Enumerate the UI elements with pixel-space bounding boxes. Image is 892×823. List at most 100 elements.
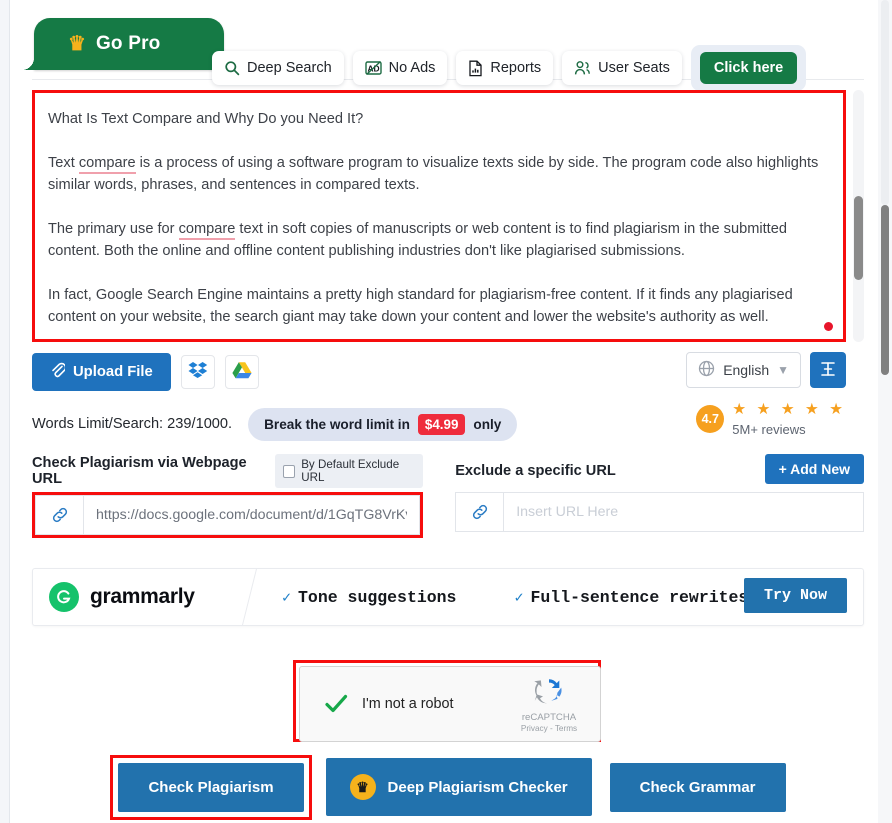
misspelled-word: compare [78, 155, 136, 174]
language-selector[interactable]: English ▼ [686, 352, 801, 388]
grammarly-wordmark: grammarly [90, 585, 195, 608]
p1-after: is a process of using a software program… [48, 155, 819, 193]
click-here-button[interactable]: Click here [699, 52, 798, 84]
captcha-region: I'm not a robot reCAPTCHA Privacy - Term… [32, 660, 864, 742]
pill-reports[interactable]: Reports [456, 51, 554, 85]
grammarly-feature-2: ✓ Full-sentence rewrites [514, 588, 748, 607]
editor-paragraph-1: Text compare is a process of using a sof… [48, 152, 826, 196]
pill-deep-search[interactable]: Deep Search [212, 51, 344, 85]
text-editor-highlight-box: What Is Text Compare and Why Do you Need… [32, 90, 846, 342]
star-rating-icon: ★ ★ ★ ★ ★ [732, 401, 846, 418]
url-inputs-row: Check Plagiarism via Webpage URL By Defa… [32, 454, 864, 538]
feature-label: Full-sentence rewrites [530, 587, 749, 607]
language-value: English [723, 362, 770, 378]
dropbox-icon [188, 361, 208, 384]
grammarly-feature-1: ✓ Tone suggestions [282, 588, 456, 607]
go-pro-tab[interactable]: ♛ Go Pro [22, 18, 236, 70]
exclude-url-input-group [455, 492, 864, 532]
p2-before: The primary use for [48, 221, 179, 237]
pill-label: Reports [490, 60, 542, 76]
editor-heading: What Is Text Compare and Why Do you Need… [48, 111, 364, 127]
captcha-highlight-box: I'm not a robot reCAPTCHA Privacy - Term… [293, 660, 601, 742]
exclude-url-input[interactable] [504, 504, 863, 520]
add-new-button[interactable]: + Add New [764, 454, 864, 484]
deep-checker-label: Deep Plagiarism Checker [387, 778, 568, 796]
check-grammar-button[interactable]: Check Grammar [609, 762, 786, 812]
editor-paragraph-3: In fact, Google Search Engine maintains … [48, 287, 793, 325]
go-pro-label: Go Pro [95, 33, 161, 54]
editor-paragraph-2: The primary use for compare text in soft… [48, 218, 826, 262]
banner-divider [241, 568, 258, 626]
page-scrollbar-thumb[interactable] [881, 205, 889, 375]
p1-before: Text [48, 155, 79, 171]
upload-file-button[interactable]: Upload File [32, 353, 171, 391]
grammarly-promo-banner[interactable]: grammarly ✓ Tone suggestions ✓ Full-sent… [32, 568, 864, 626]
captcha-label: I'm not a robot [362, 696, 454, 712]
deep-plagiarism-checker-button[interactable]: ♛ Deep Plagiarism Checker [325, 758, 592, 816]
pro-pill-group: Deep Search AD No Ads [212, 45, 807, 91]
editor-status-dot [824, 322, 833, 331]
pill-label: No Ads [388, 60, 436, 76]
checkbox-box[interactable] [283, 464, 296, 478]
pill-no-ads[interactable]: AD No Ads [352, 51, 448, 85]
text-format-icon [819, 360, 837, 381]
grammarly-g-icon [49, 582, 79, 612]
crown-icon: ♛ [349, 774, 376, 800]
page-scrollbar-track-upper [881, 0, 889, 205]
chevron-down-icon: ▼ [777, 363, 789, 377]
upload-toolbar: Upload File English ▼ [32, 352, 864, 392]
promo-prefix: Break the word limit in [264, 416, 410, 432]
exclude-url-column: Exclude a specific URL + Add New [455, 454, 864, 538]
promo-suffix: only [473, 416, 502, 432]
page-scrollbar[interactable] [878, 0, 892, 823]
paperclip-icon [50, 362, 67, 382]
text-editor-content[interactable]: What Is Text Compare and Why Do you Need… [38, 96, 840, 336]
plagiarism-checker-card: ♛ Go Pro Deep Search A [22, 8, 864, 820]
grammarly-logo: grammarly [33, 582, 243, 612]
webpage-url-header: Check Plagiarism via Webpage URL By Defa… [32, 454, 424, 488]
try-now-button[interactable]: Try Now [743, 578, 847, 613]
recaptcha-branding: reCAPTCHA Privacy - Terms [510, 675, 588, 733]
feature-label: Tone suggestions [298, 587, 457, 607]
rating-badge: 4.7 [696, 405, 725, 433]
exclude-url-header: Exclude a specific URL + Add New [455, 454, 864, 484]
webpage-url-column: Check Plagiarism via Webpage URL By Defa… [32, 454, 424, 538]
left-gutter [0, 0, 10, 823]
ad-block-icon: AD [364, 60, 382, 76]
recaptcha-terms-text[interactable]: Privacy - Terms [510, 724, 588, 733]
recaptcha-widget[interactable]: I'm not a robot reCAPTCHA Privacy - Term… [299, 666, 601, 742]
word-limit-row: Words Limit/Search: 239/1000. Break the … [32, 402, 864, 444]
webpage-url-input-group [35, 495, 421, 535]
webpage-url-input[interactable] [84, 507, 420, 523]
misspelled-word: compare [178, 221, 236, 240]
webpage-url-title: Check Plagiarism via Webpage URL [32, 455, 247, 487]
editor-scrollbar[interactable] [853, 90, 864, 342]
reviews-widget: 4.7 ★ ★ ★ ★ ★ 5M+ reviews [696, 402, 846, 437]
checkbox-label: By Default Exclude URL [301, 458, 400, 484]
word-limit-promo[interactable]: Break the word limit in $4.99 only [248, 407, 518, 441]
link-chain-icon [456, 493, 505, 531]
dropbox-icon-button[interactable] [180, 355, 215, 389]
captcha-checkmark-icon[interactable] [322, 690, 350, 718]
text-format-button[interactable] [810, 352, 846, 388]
google-drive-icon-button[interactable] [224, 355, 259, 389]
google-drive-icon [232, 361, 252, 384]
pro-feature-bar: ♛ Go Pro Deep Search A [22, 8, 864, 91]
page-root: ♛ Go Pro Deep Search A [0, 0, 892, 823]
editor-scrollbar-thumb[interactable] [854, 196, 863, 280]
globe-icon [698, 360, 715, 380]
editor-right-tools: English ▼ [686, 352, 846, 388]
report-document-icon [468, 60, 483, 77]
promo-price-badge: $4.99 [417, 413, 466, 435]
default-exclude-url-checkbox[interactable]: By Default Exclude URL [275, 454, 424, 488]
reviews-count: 5M+ reviews [732, 422, 806, 437]
recaptcha-brand-text: reCAPTCHA [521, 712, 577, 723]
check-plagiarism-button[interactable]: Check Plagiarism [118, 762, 304, 812]
pill-user-seats[interactable]: User Seats [562, 51, 682, 85]
check-plagiarism-highlight-box: Check Plagiarism [110, 754, 312, 820]
pill-label: Deep Search [247, 60, 332, 76]
users-icon [574, 60, 591, 76]
action-buttons-row: Check Plagiarism ♛ Deep Plagiarism Check… [32, 754, 864, 820]
search-icon [224, 60, 240, 76]
recaptcha-logo-icon [534, 679, 562, 704]
